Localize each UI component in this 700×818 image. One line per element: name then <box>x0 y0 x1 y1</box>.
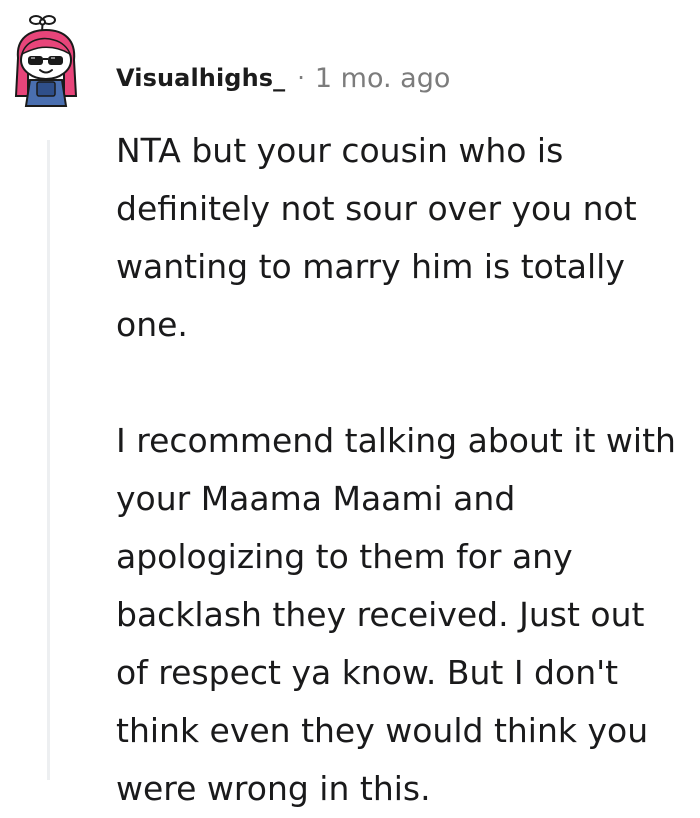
username-link[interactable]: Visualhighs_ <box>116 64 285 92</box>
timestamp[interactable]: 1 mo. ago <box>315 63 450 94</box>
comment: Visualhighs_ · 1 mo. ago NTA but your co… <box>0 0 700 808</box>
thread-collapse-line[interactable] <box>47 140 50 780</box>
comment-body: NTA but your cousin who is definitely no… <box>116 122 686 818</box>
separator-dot: · <box>297 64 305 92</box>
user-avatar-icon[interactable] <box>4 10 94 110</box>
comment-paragraph: NTA but your cousin who is definitely no… <box>116 131 637 344</box>
comment-paragraph: I recommend talking about it with your M… <box>116 421 676 808</box>
comment-header: Visualhighs_ · 1 mo. ago <box>116 58 450 98</box>
